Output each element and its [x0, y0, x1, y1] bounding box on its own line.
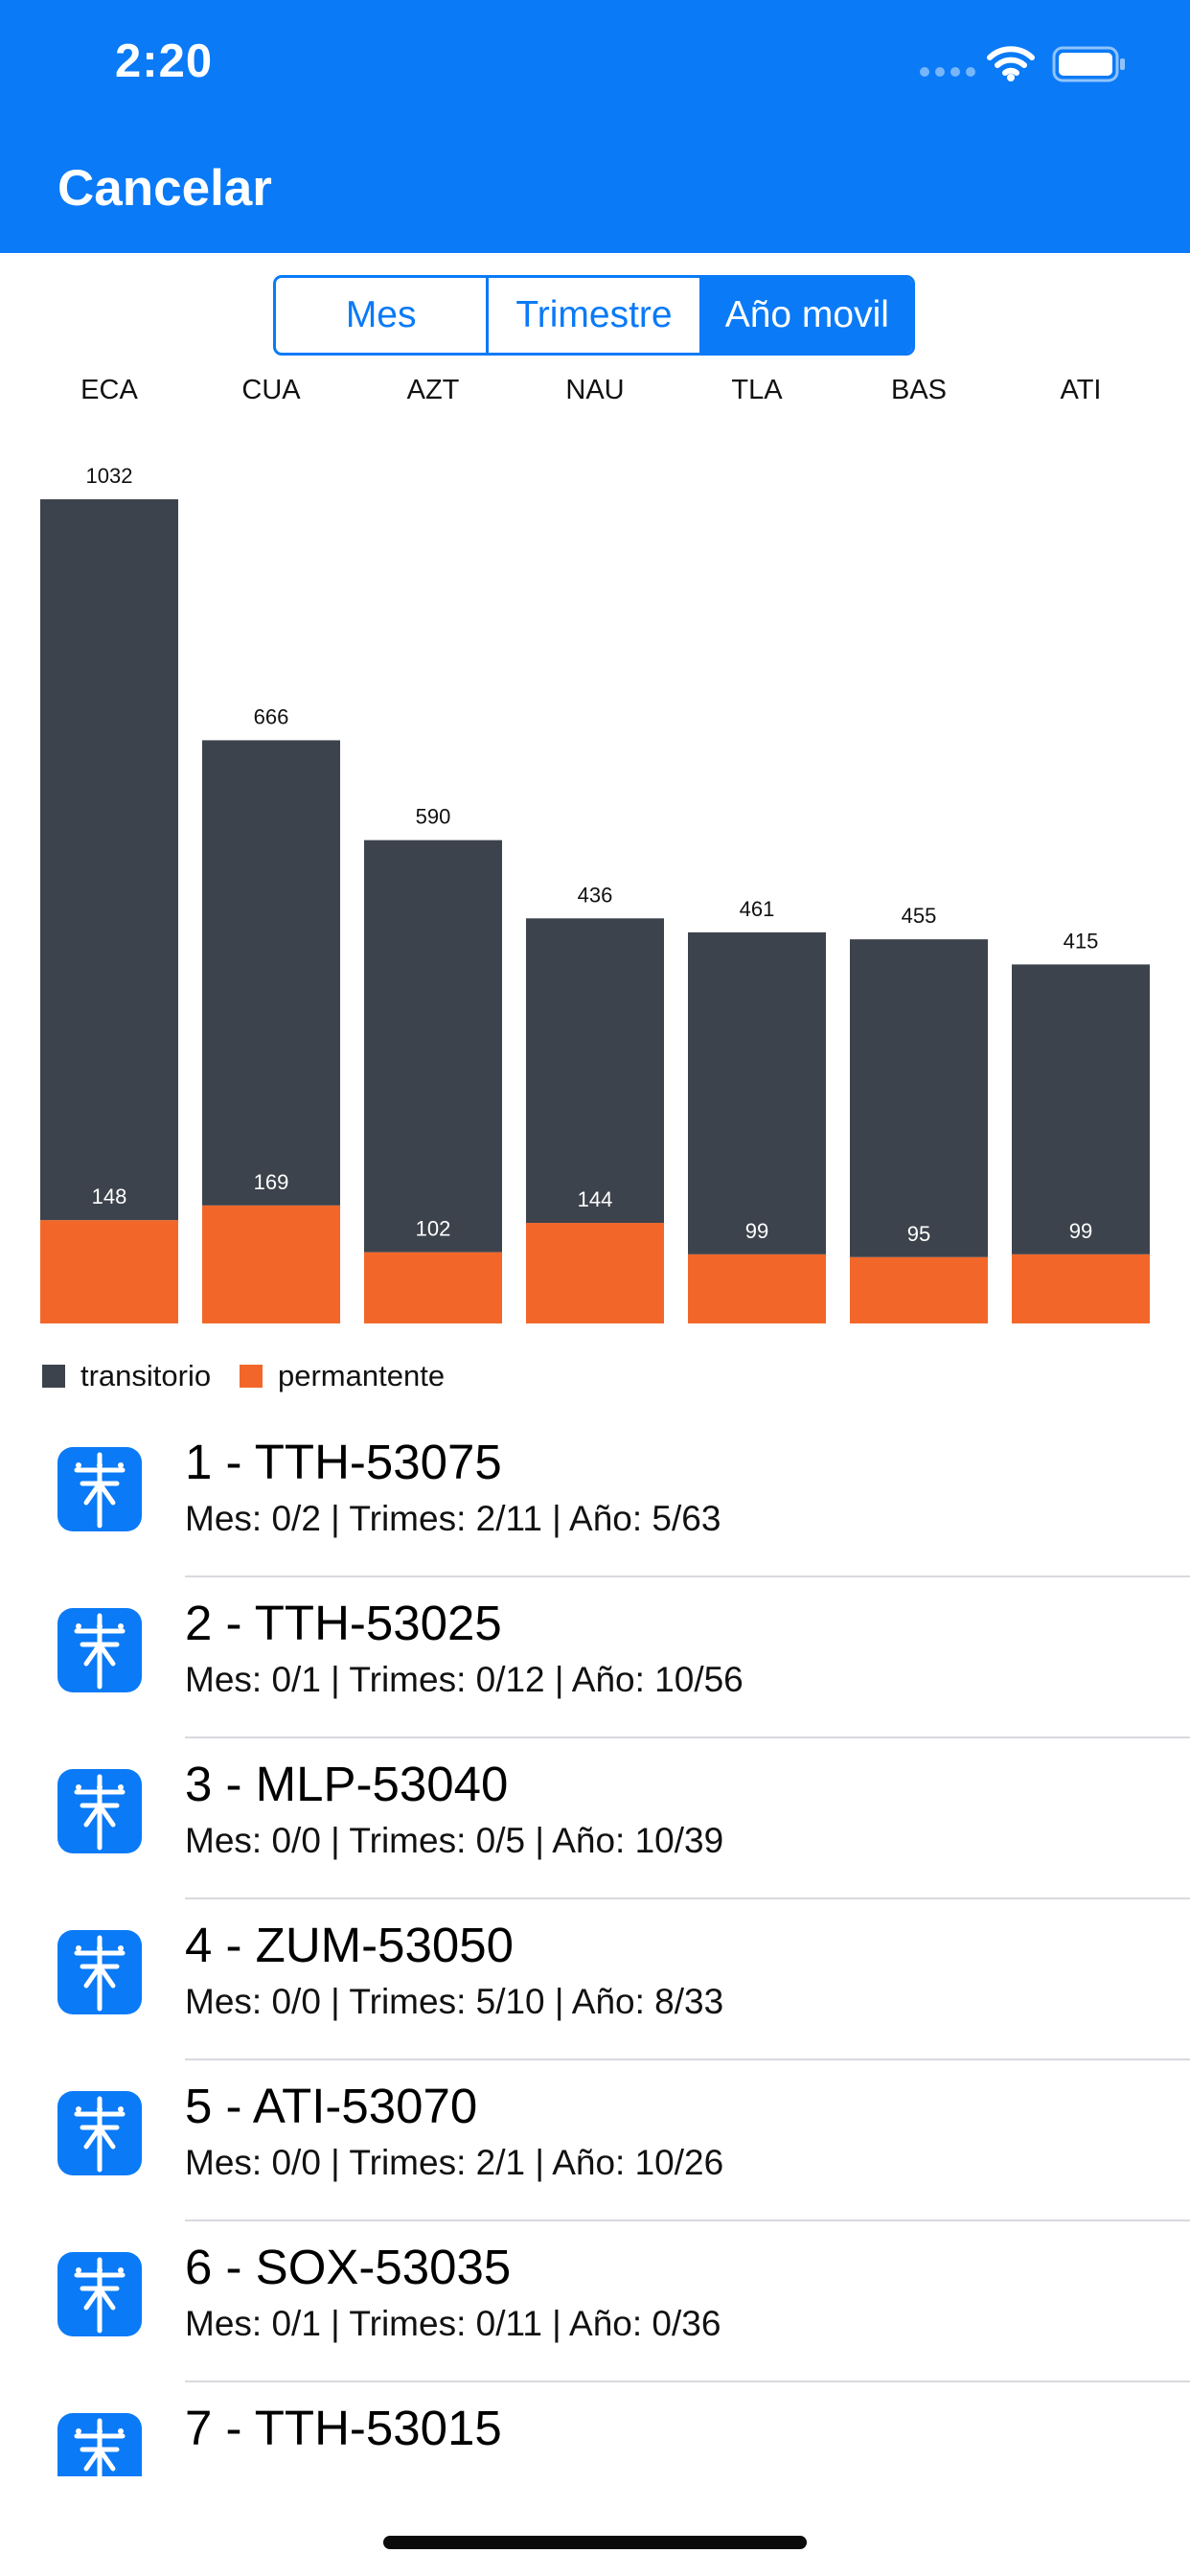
- stacked-bar-chart: ECA 1032 148 CUA 666 169 AZT 590 102 NAU 436 144 TLA…: [40, 375, 1150, 1323]
- data-label-transitorio: 436: [578, 883, 613, 907]
- legend-swatch-transitorio: [42, 1365, 65, 1388]
- x-tick-label: BAS: [891, 375, 947, 405]
- bar-transitorio: [364, 840, 502, 1253]
- item-title: 6 - SOX-53035: [185, 2240, 512, 2294]
- x-tick-label: ATI: [1061, 375, 1102, 405]
- bar-permantente: [526, 1223, 664, 1323]
- item-subtitle: Mes: 0/0 | Trimes: 2/1 | Año: 10/26: [185, 2143, 724, 2182]
- list-item[interactable]: 2 - TTH-53025 Mes: 0/1 | Trimes: 0/12 | A…: [0, 1577, 1190, 1738]
- utility-pole-icon: [57, 1608, 142, 1692]
- bar-permantente: [202, 1205, 340, 1323]
- item-title: 7 - TTH-53015: [185, 2401, 502, 2455]
- x-tick-label: AZT: [407, 375, 460, 405]
- item-title: 2 - TTH-53025: [185, 1596, 502, 1650]
- data-label-transitorio: 666: [254, 704, 289, 728]
- data-label-transitorio: 415: [1064, 929, 1099, 953]
- data-label-transitorio: 1032: [86, 464, 133, 488]
- data-label-transitorio: 590: [416, 805, 451, 829]
- item-title: 3 - MLP-53040: [185, 1757, 509, 1811]
- nav-bar: 2:20 Cancelar: [0, 0, 1190, 253]
- list-item[interactable]: 3 - MLP-53040 Mes: 0/0 | Trimes: 0/5 | Añ…: [0, 1738, 1190, 1899]
- segment-ano-movil[interactable]: Año movil: [698, 278, 912, 353]
- utility-pole-icon: [57, 2413, 142, 2476]
- bar-permantente: [40, 1220, 178, 1323]
- list-item[interactable]: 5 - ATI-53070 Mes: 0/0 | Trimes: 2/1 | Añ…: [0, 2060, 1190, 2221]
- list-item[interactable]: 7 - TTH-53015: [0, 2382, 1190, 2476]
- item-subtitle: Mes: 0/0 | Trimes: 0/5 | Año: 10/39: [185, 1821, 724, 1860]
- bar-transitorio: [688, 932, 826, 1254]
- legend-label: transitorio: [80, 1359, 212, 1392]
- bar-permantente: [364, 1252, 502, 1323]
- home-indicator: [383, 2536, 807, 2549]
- legend-swatch-permantente: [240, 1365, 263, 1388]
- bar-permantente: [688, 1254, 826, 1323]
- data-label-transitorio: 461: [740, 897, 775, 921]
- data-label-permantente: 95: [907, 1222, 930, 1246]
- bar-transitorio: [40, 499, 178, 1221]
- item-subtitle: Mes: 0/1 | Trimes: 0/12 | Año: 10/56: [185, 1660, 744, 1699]
- cancel-button[interactable]: Cancelar: [57, 159, 272, 218]
- list-item[interactable]: 4 - ZUM-53050 Mes: 0/0 | Trimes: 5/10 | A…: [0, 1899, 1190, 2060]
- data-label-permantente: 99: [1069, 1219, 1092, 1243]
- x-tick-label: ECA: [80, 375, 138, 405]
- legend-item-permantente: permantente: [240, 1353, 445, 1399]
- legend-item-transitorio: transitorio: [42, 1353, 211, 1399]
- item-subtitle: Mes: 0/0 | Trimes: 5/10 | Año: 8/33: [185, 1982, 724, 2021]
- bar-permantente: [1012, 1254, 1150, 1323]
- item-title: 1 - TTH-53075: [185, 1435, 502, 1489]
- data-label-permantente: 148: [92, 1184, 127, 1208]
- bar-transitorio: [526, 918, 664, 1224]
- wifi-icon: [987, 46, 1035, 81]
- segment-trimestre[interactable]: Trimestre: [486, 278, 698, 353]
- data-label-permantente: 169: [254, 1170, 289, 1194]
- utility-pole-icon: [57, 1769, 142, 1853]
- battery-icon: [1052, 46, 1125, 82]
- item-subtitle: Mes: 0/1 | Trimes: 0/11 | Año: 0/36: [185, 2304, 721, 2343]
- utility-pole-icon: [57, 1447, 142, 1531]
- utility-pole-icon: [57, 1930, 142, 2014]
- data-label-permantente: 99: [745, 1219, 768, 1243]
- cellular-signal-icon: [920, 67, 975, 80]
- utility-pole-icon: [57, 2091, 142, 2175]
- x-tick-label: NAU: [565, 375, 624, 405]
- bar-transitorio: [202, 740, 340, 1206]
- status-time: 2:20: [115, 35, 214, 87]
- data-label-permantente: 144: [578, 1187, 613, 1211]
- x-tick-label: TLA: [731, 375, 783, 405]
- segment-mes[interactable]: Mes: [276, 278, 486, 353]
- item-title: 4 - ZUM-53050: [185, 1918, 514, 1972]
- legend-label: permantente: [278, 1359, 446, 1392]
- x-tick-label: CUA: [241, 375, 301, 405]
- bar-permantente: [850, 1256, 988, 1323]
- list-item[interactable]: 6 - SOX-53035 Mes: 0/1 | Trimes: 0/11 | A…: [0, 2221, 1190, 2382]
- bar-transitorio: [850, 939, 988, 1257]
- item-subtitle: Mes: 0/2 | Trimes: 2/11 | Año: 5/63: [185, 1499, 721, 1538]
- circuit-list: 1 - TTH-53075 Mes: 0/2 | Trimes: 2/11 | A…: [0, 1416, 1190, 2476]
- data-label-transitorio: 455: [902, 904, 937, 928]
- item-title: 5 - ATI-53070: [185, 2079, 478, 2133]
- data-label-permantente: 102: [416, 1217, 451, 1241]
- list-item[interactable]: 1 - TTH-53075 Mes: 0/2 | Trimes: 2/11 | A…: [0, 1416, 1190, 1577]
- utility-pole-icon: [57, 2252, 142, 2336]
- period-segmented-control: Mes Trimestre Año movil: [273, 275, 915, 356]
- bar-transitorio: [1012, 964, 1150, 1254]
